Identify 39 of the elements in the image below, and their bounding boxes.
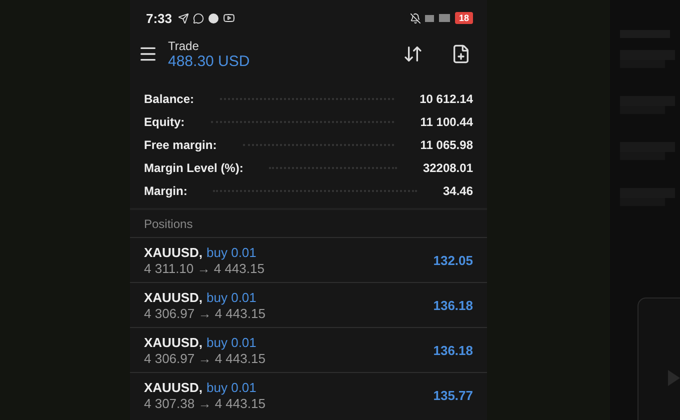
position-prices: 4 306.97 → 4 443.15 <box>144 350 266 366</box>
summary-value: 11 065.98 <box>420 138 473 152</box>
position-profit: 135.77 <box>433 388 473 402</box>
position-prices: 4 307.38 → 4 443.15 <box>144 396 266 410</box>
summary-value: 11 100.44 <box>420 114 473 128</box>
position-side: buy 0.01 <box>206 244 256 260</box>
summary-value: 34.46 <box>442 184 473 198</box>
position-symbol: XAUUSD, <box>144 244 203 260</box>
summary-label: Margin: <box>144 184 188 198</box>
summary-value: 32208.01 <box>422 160 473 174</box>
account-balance: 488.30 USD <box>168 52 251 70</box>
screen-title: Trade <box>168 38 200 52</box>
battery-level: 18 <box>454 12 473 24</box>
chat-icon <box>193 12 204 24</box>
circle-icon <box>208 12 220 24</box>
position-side: buy 0.01 <box>206 334 256 350</box>
position-symbol: XAUUSD, <box>144 334 203 350</box>
position-row[interactable]: XAUUSD, buy 0.01 4 311.10 → 4 443.15 132.05 <box>130 237 487 282</box>
summary-label: Margin Level (%): <box>144 160 244 174</box>
summary-value: 10 612.14 <box>420 92 473 106</box>
position-profit: 136.18 <box>433 342 473 358</box>
summary-label: Free margin: <box>144 138 217 152</box>
position-symbol: XAUUSD, <box>144 380 203 394</box>
position-profit: 136.18 <box>433 298 473 312</box>
position-prices: 4 306.97 → 4 443.15 <box>144 306 266 320</box>
position-row[interactable]: XAUUSD, buy 0.01 4 306.97 → 4 443.15 136.18 <box>130 282 487 327</box>
position-symbol: XAUUSD, <box>144 290 203 304</box>
position-profit: 132.05 <box>433 252 473 268</box>
position-side: buy 0.01 <box>206 290 256 304</box>
summary-label: Balance: <box>144 92 194 106</box>
bell-off-icon <box>410 12 421 24</box>
summary-label: Equity: <box>144 114 185 128</box>
position-row[interactable]: XAUUSD, buy 0.01 4 306.97 → 4 443.15 136.18 <box>130 327 487 372</box>
position-prices: 4 311.10 → 4 443.15 <box>144 260 266 276</box>
position-row[interactable]: XAUUSD, buy 0.01 4 307.38 → 4 443.15 135.77 <box>130 372 487 417</box>
position-side: buy 0.01 <box>206 380 256 394</box>
status-time: 7:33 <box>146 10 172 26</box>
section-title: Positions <box>143 216 194 233</box>
video-icon <box>223 12 236 24</box>
